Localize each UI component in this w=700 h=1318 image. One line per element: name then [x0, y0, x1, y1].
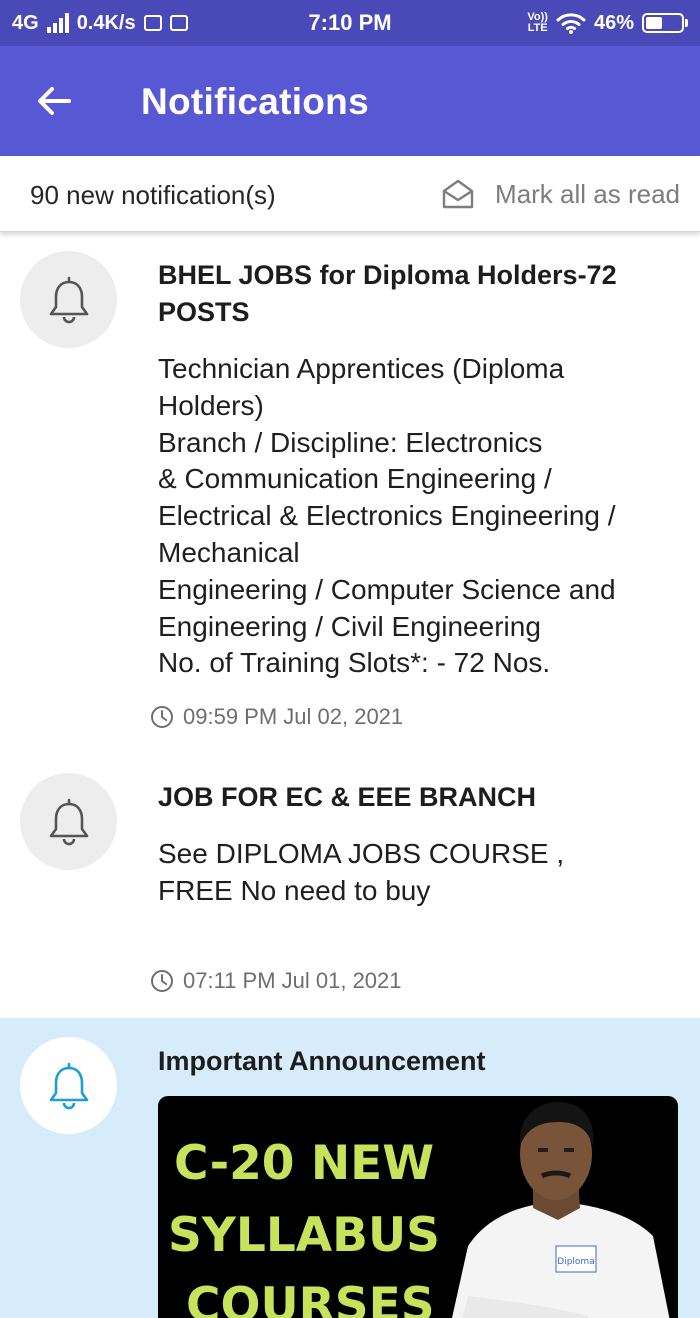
notification-avatar — [20, 251, 117, 348]
notification-item[interactable]: JOB FOR EC & EEE BRANCH See DIPLOMA JOBS… — [0, 742, 700, 1018]
network-speed: 0.4K/s — [76, 11, 136, 34]
battery-percent: 46% — [593, 11, 634, 34]
bell-icon — [49, 798, 88, 845]
notification-summary-bar: 90 new notification(s) Mark all as read — [0, 156, 700, 232]
banner-text-line: C-20 NEW — [174, 1136, 435, 1191]
notification-title: Important Announcement — [158, 1046, 486, 1076]
notification-title: BHEL JOBS for Diploma Holders-72 POSTS — [158, 260, 617, 327]
clock-icon — [151, 970, 173, 992]
clock-icon — [151, 706, 173, 728]
notification-body: Technician Apprentices (Diploma Holders)… — [158, 353, 616, 679]
battery-icon — [642, 13, 688, 33]
page-title: Notifications — [141, 81, 369, 122]
back-button[interactable] — [24, 73, 84, 129]
bell-icon — [49, 276, 88, 323]
status-left: 4G 0.4K/s — [12, 0, 188, 46]
status-right: Vo)) LTE 46% — [527, 0, 688, 46]
notification-title: JOB FOR EC & EEE BRANCH — [158, 782, 537, 812]
notification-body: See DIPLOMA JOBS COURSE , FREE No need t… — [158, 838, 565, 906]
mark-all-read-label: Mark all as read — [495, 178, 680, 209]
notification-timestamp: 07:11 PM Jul 01, 2021 — [150, 967, 402, 995]
network-type: 4G — [12, 11, 39, 34]
presenter-photo: Diploma — [452, 1102, 670, 1318]
volte-icon: Vo)) LTE — [527, 11, 548, 34]
notification-timestamp: 09:59 PM Jul 02, 2021 — [150, 703, 403, 731]
new-notification-count: 90 new notification(s) — [30, 180, 276, 210]
app-bar: Notifications — [0, 46, 700, 156]
logo-text: Diploma — [557, 1257, 594, 1267]
notification-avatar — [20, 773, 117, 870]
mark-all-read-button[interactable]: Mark all as read — [441, 156, 680, 232]
signal-icon — [46, 13, 69, 33]
status-bar: 4G 0.4K/s 7:10 PM Vo)) LTE 46% — [0, 0, 700, 46]
arrow-back-icon — [38, 87, 71, 115]
timestamp-text: 07:11 PM Jul 01, 2021 — [183, 968, 402, 993]
mail-indicator-icon — [169, 15, 188, 31]
banner-text-line: SYLLABUS — [168, 1208, 440, 1263]
wifi-icon — [556, 13, 586, 34]
envelope-open-icon — [442, 179, 474, 209]
banner-text-line: COURSES — [186, 1278, 435, 1318]
announcement-banner-image[interactable]: C-20 NEW SYLLABUS COURSES Diploma — [158, 1096, 678, 1318]
notification-avatar — [20, 1037, 117, 1134]
notification-item[interactable]: BHEL JOBS for Diploma Holders-72 POSTS T… — [0, 232, 700, 742]
bell-icon — [49, 1062, 88, 1109]
timestamp-text: 09:59 PM Jul 02, 2021 — [183, 704, 404, 729]
notification-indicator-icon — [143, 15, 162, 31]
notification-item-unread[interactable]: Important Announcement C-20 NEW SYLLABUS… — [0, 1018, 700, 1318]
